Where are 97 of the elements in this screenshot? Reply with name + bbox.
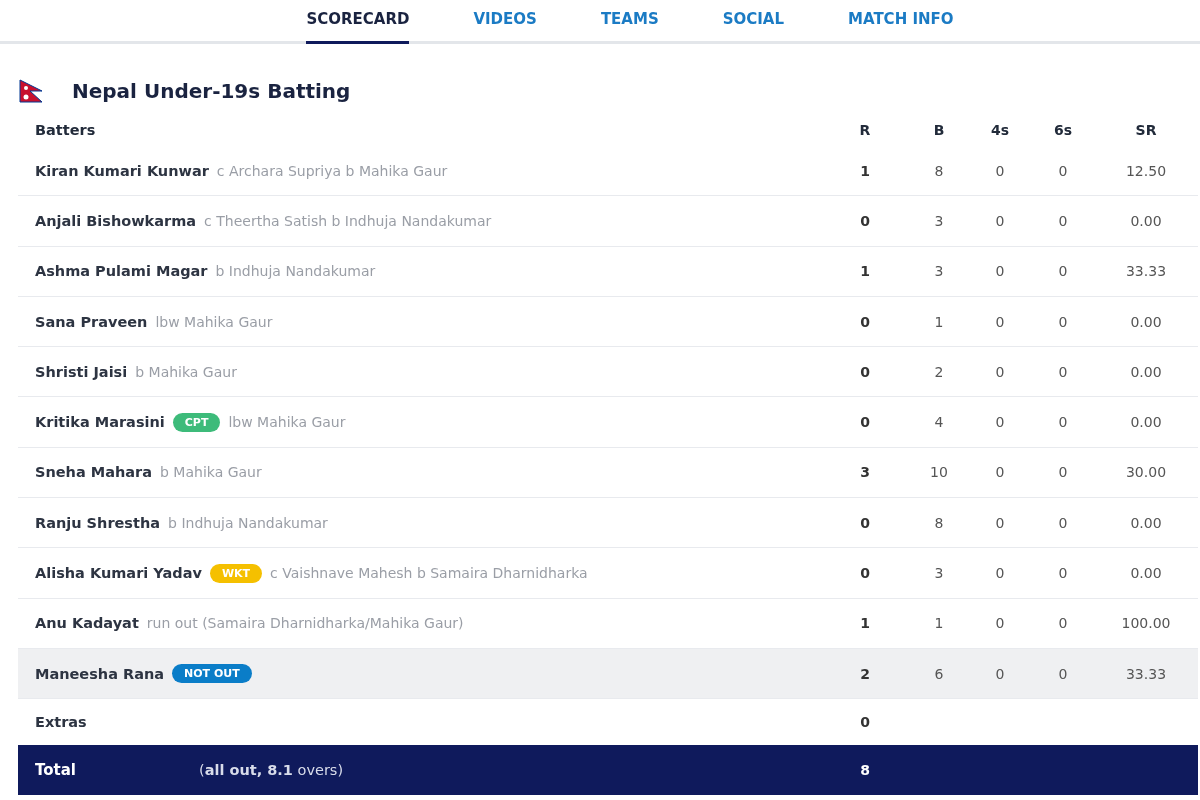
flag-icon: [18, 79, 44, 103]
fours-cell-text: 0: [994, 162, 1006, 179]
batter-name: Anu Kadayat: [35, 615, 139, 632]
batter-name: Sana Praveen: [35, 313, 148, 330]
extras-label: Extras: [35, 714, 87, 731]
batter-name: Sneha Mahara: [35, 464, 152, 481]
dismissal-text: lbw Mahika Gaur: [155, 313, 273, 330]
strike-rate-cell-text: 0.00: [1129, 363, 1163, 380]
dismissal-text: c Vaishnave Mahesh b Samaira Dharnidharka: [270, 565, 588, 581]
fours-cell-text: 0: [994, 263, 1006, 280]
fours-cell-text: 0: [994, 514, 1006, 531]
dismissal-text: b Mahika Gaur: [135, 363, 237, 380]
balls-cell-text: 3: [933, 212, 945, 229]
balls-cell-text: 1: [933, 615, 945, 632]
runs-cell-text: 0: [859, 514, 871, 531]
runs-cell-text: 0: [859, 565, 871, 581]
balls-cell-text: 3: [933, 263, 945, 280]
balls-cell-text: 8: [933, 514, 945, 531]
fours-cell-text: 0: [994, 464, 1006, 481]
balls-cell-text: 6: [933, 665, 945, 682]
strike-rate-cell-text: 12.50: [1124, 162, 1168, 179]
balls-cell-text: 1: [933, 313, 945, 330]
batter-name: Ranju Shrestha: [35, 514, 161, 531]
fours-cell-text: 0: [994, 615, 1006, 632]
nav-tab[interactable]: VIDEOS: [441, 0, 569, 44]
strike-rate-cell-text: 0.00: [1129, 212, 1163, 229]
batter-name: Shristi Jaisi: [35, 363, 128, 380]
strike-rate-cell-text: 0.00: [1129, 514, 1163, 531]
fours-cell-text: 0: [994, 313, 1006, 330]
extras-value: 0: [859, 714, 871, 731]
runs-cell-text: 0: [859, 414, 871, 431]
runs-cell-text: 1: [859, 162, 871, 179]
nav-tab[interactable]: SOCIAL: [690, 0, 816, 44]
column-header: Batters: [35, 122, 97, 138]
sixes-cell-text: 0: [1057, 565, 1069, 581]
sixes-cell-text: 0: [1057, 615, 1069, 632]
strike-rate-cell-text: 0.00: [1129, 565, 1163, 581]
sixes-cell-text: 0: [1057, 212, 1069, 229]
strike-rate-cell-text: 0.00: [1129, 313, 1163, 330]
total-detail: (all out, 8.1 overs): [199, 762, 344, 779]
runs-cell-text: 2: [859, 665, 871, 682]
column-header: SR: [1134, 122, 1158, 138]
fours-cell-text: 0: [994, 665, 1006, 682]
strike-rate-cell-text: 100.00: [1120, 615, 1172, 632]
sixes-cell-text: 0: [1057, 464, 1069, 481]
dismissal-text: lbw Mahika Gaur: [228, 414, 346, 431]
balls-cell-text: 2: [933, 363, 945, 380]
batter-name: Ashma Pulami Magar: [35, 263, 208, 280]
strike-rate-cell-text: 0.00: [1129, 414, 1163, 431]
role-badge: WKT: [209, 563, 263, 583]
sixes-cell-text: 0: [1057, 162, 1069, 179]
dismissal-text: b Indhuja Nandakumar: [168, 514, 328, 531]
dismissal-text: run out (Samaira Dharnidharka/Mahika Gaur): [146, 615, 464, 632]
column-header: 4s: [989, 122, 1011, 138]
runs-cell-text: 0: [859, 212, 871, 229]
total-value: 8: [859, 762, 871, 779]
strike-rate-cell-text: 33.33: [1124, 665, 1168, 682]
total-label: Total: [35, 761, 77, 780]
nav-tab[interactable]: TEAMS: [568, 0, 691, 44]
nav-tab[interactable]: MATCH INFO: [816, 0, 986, 44]
sixes-cell-text: 0: [1057, 313, 1069, 330]
runs-cell-text: 1: [859, 615, 871, 632]
dismissal-text: c Archara Supriya b Mahika Gaur: [216, 162, 448, 179]
dismissal-text: b Indhuja Nandakumar: [215, 263, 376, 280]
strike-rate-cell-text: 30.00: [1124, 464, 1168, 481]
sixes-cell-text: 0: [1057, 414, 1069, 431]
runs-cell-text: 0: [859, 313, 871, 330]
balls-cell-text: 4: [933, 414, 945, 431]
runs-cell-text: 0: [859, 363, 871, 380]
column-header: 6s: [1052, 122, 1074, 138]
runs-cell-text: 3: [859, 464, 871, 481]
batter-name: Anjali Bishowkarma: [35, 212, 197, 229]
batter-name: Maneesha Rana: [35, 665, 165, 682]
batter-name: Kiran Kumari Kunwar: [35, 162, 209, 179]
dismissal-text: b Mahika Gaur: [160, 464, 262, 481]
sixes-cell-text: 0: [1057, 263, 1069, 280]
fours-cell-text: 0: [994, 565, 1006, 581]
section-title: Nepal Under-19s Batting: [72, 79, 351, 103]
fours-cell-text: 0: [994, 414, 1006, 431]
column-header: R: [858, 122, 872, 138]
role-badge: CPT: [172, 412, 221, 432]
column-header: B: [932, 122, 946, 138]
sixes-cell-text: 0: [1057, 665, 1069, 682]
runs-cell-text: 1: [859, 263, 871, 280]
batter-name: Kritika Marasini: [35, 414, 165, 431]
nav-tab[interactable]: SCORECARD: [306, 0, 410, 44]
batter-name: Alisha Kumari Yadav: [35, 565, 202, 581]
sixes-cell-text: 0: [1057, 363, 1069, 380]
fours-cell-text: 0: [994, 363, 1006, 380]
balls-cell-text: 8: [933, 162, 945, 179]
balls-cell-text: 10: [929, 464, 949, 481]
role-badge: NOT OUT: [172, 664, 252, 684]
balls-cell-text: 3: [933, 565, 945, 581]
sixes-cell-text: 0: [1057, 514, 1069, 531]
strike-rate-cell-text: 33.33: [1124, 263, 1168, 280]
fours-cell-text: 0: [994, 212, 1006, 229]
dismissal-text: c Theertha Satish b Indhuja Nandakumar: [204, 212, 492, 229]
